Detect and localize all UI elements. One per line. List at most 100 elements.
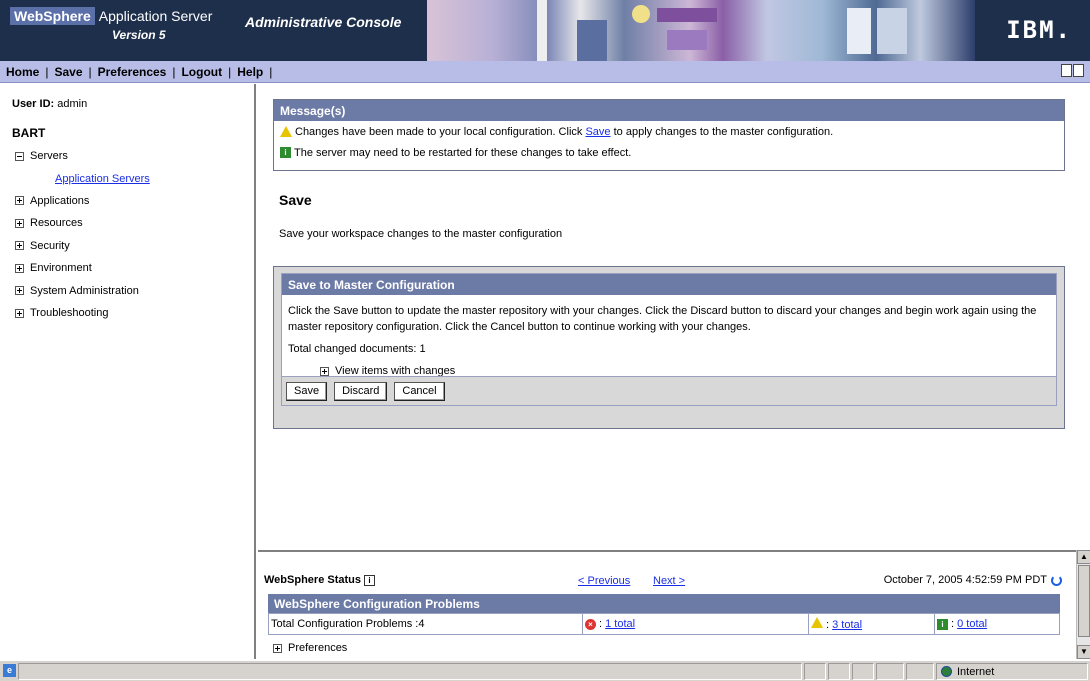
page-title: Save — [279, 192, 312, 208]
scroll-up-arrow-icon[interactable]: ▲ — [1077, 550, 1090, 564]
config-problems-header: WebSphere Configuration Problems — [268, 594, 1060, 613]
nav-item-label: Troubleshooting — [30, 307, 109, 320]
page-description: Save your workspace changes to the maste… — [279, 228, 563, 240]
expand-icon[interactable] — [15, 308, 24, 318]
collapse-icon[interactable] — [15, 151, 24, 161]
nav-item-security[interactable]: Security — [15, 235, 150, 258]
left-navigation: User ID: admin BART Servers Application … — [0, 84, 256, 659]
nav-item-label: Security — [30, 239, 70, 252]
main-content: Message(s) Changes have been made to you… — [258, 84, 1076, 550]
status-text-area — [18, 663, 802, 680]
save-button[interactable]: Save — [286, 381, 328, 401]
expand-icon[interactable] — [15, 241, 24, 251]
nav-separator: | — [269, 65, 273, 79]
save-panel-inner: Save to Master Configuration Click the S… — [281, 273, 1057, 406]
timestamp-text: October 7, 2005 4:52:59 PM PDT — [883, 574, 1047, 586]
banner: WebSphere Application Server Version 5 Ad… — [0, 0, 1090, 61]
expand-icon[interactable] — [15, 196, 24, 206]
nav-item-troubleshooting[interactable]: Troubleshooting — [15, 302, 150, 325]
discard-button[interactable]: Discard — [334, 381, 388, 401]
nav-separator: | — [45, 65, 49, 79]
status-segment — [852, 663, 874, 680]
warning-icon — [811, 617, 823, 628]
preferences-label: Preferences — [288, 642, 348, 654]
nav-tree: Servers Application Servers Applications… — [15, 145, 150, 325]
nav-item-resources[interactable]: Resources — [15, 212, 150, 235]
browser-page-icon: e — [3, 664, 16, 677]
status-segment — [804, 663, 826, 680]
layout-single-icon[interactable] — [1061, 64, 1072, 77]
save-panel-header: Save to Master Configuration — [282, 274, 1056, 295]
nav-home-link[interactable]: Home — [6, 65, 39, 79]
expand-icon[interactable] — [15, 218, 24, 228]
info-icon: i — [280, 147, 291, 158]
status-info-icon[interactable]: i — [364, 574, 375, 586]
warnings-total-link[interactable]: 3 total — [832, 619, 862, 631]
status-segment — [876, 663, 904, 680]
save-link[interactable]: Save — [585, 126, 610, 138]
application-servers-link[interactable]: Application Servers — [55, 173, 150, 185]
warnings-cell: : 3 total — [808, 613, 935, 635]
info-icon: i — [937, 619, 948, 630]
status-segment — [906, 663, 934, 680]
scroll-down-arrow-icon[interactable]: ▼ — [1077, 645, 1090, 659]
scroll-thumb[interactable] — [1078, 565, 1090, 637]
cancel-button[interactable]: Cancel — [394, 381, 445, 401]
next-link[interactable]: Next > — [653, 575, 685, 587]
status-scrollbar[interactable]: ▲ ▼ — [1076, 550, 1090, 659]
error-icon: × — [585, 619, 596, 630]
errors-cell: ×: 1 total — [582, 613, 809, 635]
nav-item-application-servers[interactable]: Application Servers — [15, 168, 150, 190]
expand-icon[interactable] — [15, 286, 24, 296]
nav-item-environment[interactable]: Environment — [15, 257, 150, 280]
nav-logout-link[interactable]: Logout — [181, 65, 222, 79]
expand-icon[interactable] — [273, 643, 282, 653]
warning-icon — [280, 126, 292, 137]
nav-item-label: Resources — [30, 217, 83, 230]
nav-item-label: Servers — [30, 150, 68, 163]
nav-preferences-link[interactable]: Preferences — [98, 65, 167, 79]
layout-split-icon[interactable] — [1073, 64, 1084, 77]
nav-item-label: Applications — [30, 194, 90, 207]
warnings-prefix: : — [826, 619, 830, 631]
warning-text-post: to apply changes to the master configura… — [613, 125, 834, 138]
infos-total-link[interactable]: 0 total — [957, 618, 987, 630]
nav-separator: | — [172, 65, 176, 79]
zone-label: Internet — [957, 665, 995, 678]
errors-total-link[interactable]: 1 total — [605, 618, 635, 630]
status-header-row: WebSphere Status i < Previous Next > Oct… — [264, 572, 1064, 592]
messages-header: Message(s) — [274, 100, 1064, 121]
config-problems-table: Total Configuration Problems :4 ×: 1 tot… — [268, 613, 1060, 635]
banner-collage-image — [427, 0, 975, 61]
status-preferences[interactable]: Preferences — [273, 642, 347, 654]
nav-item-servers[interactable]: Servers — [15, 145, 150, 168]
nav-save-link[interactable]: Save — [54, 65, 82, 79]
version-text: Version 5 — [112, 28, 166, 42]
nav-item-applications[interactable]: Applications — [15, 190, 150, 213]
websphere-status-panel: WebSphere Status i < Previous Next > Oct… — [258, 550, 1076, 659]
user-id-label: User ID: — [12, 98, 55, 110]
infos-cell: i: 0 total — [934, 613, 1060, 635]
nav-item-label: System Administration — [30, 284, 139, 297]
expand-icon[interactable] — [320, 366, 329, 376]
console-title: Administrative Console — [245, 14, 402, 30]
table-row: Total Configuration Problems :4 ×: 1 tot… — [268, 613, 1060, 635]
total-problems-cell: Total Configuration Problems :4 — [268, 613, 583, 635]
warning-message: Changes have been made to your local con… — [274, 121, 1064, 142]
previous-link[interactable]: < Previous — [578, 575, 630, 587]
nav-item-system-administration[interactable]: System Administration — [15, 280, 150, 303]
messages-panel: Message(s) Changes have been made to you… — [273, 99, 1065, 171]
config-problems-panel: WebSphere Configuration Problems Total C… — [268, 594, 1060, 635]
total-changed-documents: Total changed documents: 1 — [288, 343, 426, 355]
info-text: The server may need to be restarted for … — [294, 146, 632, 159]
expand-icon[interactable] — [15, 263, 24, 273]
nav-help-link[interactable]: Help — [237, 65, 263, 79]
websphere-status-title: WebSphere Status i — [264, 574, 375, 586]
top-navbar: Home | Save | Preferences | Logout | Help | — [0, 61, 1090, 83]
save-panel-description: Click the Save button to update the mast… — [288, 305, 1037, 333]
status-segment — [828, 663, 850, 680]
status-title-text: WebSphere Status — [264, 574, 361, 586]
refresh-icon[interactable] — [1051, 574, 1062, 586]
info-message: i The server may need to be restarted fo… — [274, 142, 1064, 163]
browser-status-bar: e Internet — [0, 660, 1090, 681]
